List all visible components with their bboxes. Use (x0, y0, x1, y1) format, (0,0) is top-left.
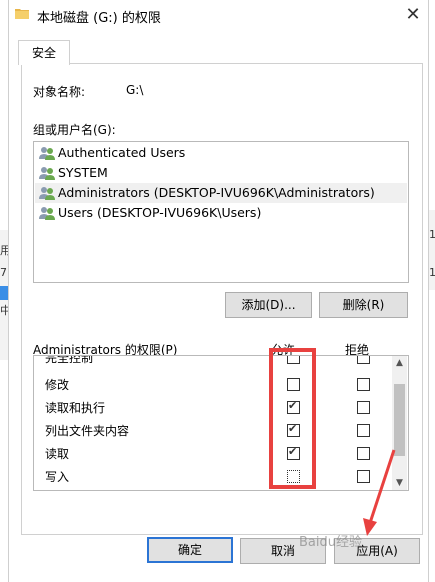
user-name: Authenticated Users (58, 145, 186, 160)
user-list[interactable]: Authenticated Users SYSTEM Administrator… (33, 141, 409, 283)
user-name: SYSTEM (58, 165, 108, 180)
permission-row: 完全控制 (34, 355, 394, 369)
list-item[interactable]: SYSTEM (35, 163, 407, 183)
close-button[interactable]: ✕ (398, 0, 428, 30)
permission-name: 列出文件夹内容 (45, 424, 130, 438)
close-icon: ✕ (405, 4, 421, 25)
background-text: 1 (429, 228, 435, 241)
tab-security[interactable]: 安全 (18, 40, 70, 65)
scroll-up-icon[interactable]: ▲ (392, 356, 407, 370)
scroll-thumb[interactable] (394, 384, 405, 456)
watermark: Baidu经验 (299, 535, 362, 550)
background-text: 7 (0, 266, 7, 279)
user-name: Users (DESKTOP-IVU696K\Users) (58, 205, 262, 220)
deny-checkbox[interactable] (357, 356, 370, 364)
annotation-arrow-icon (363, 449, 396, 536)
permission-row: 读取和执行 ✔ (34, 396, 394, 419)
permission-row: 读取 ✔ (34, 442, 394, 465)
user-name: Administrators (DESKTOP-IVU696K\Administ… (58, 185, 375, 200)
tab-label: 安全 (31, 46, 56, 60)
permission-row: 修改 (34, 373, 394, 396)
list-item[interactable]: Users (DESKTOP-IVU696K\Users) (35, 203, 407, 223)
permission-name: 读取 (45, 447, 70, 461)
title-bar: 本地磁盘 (G:) 的权限 ✕ (9, 0, 428, 30)
permission-name: 读取和执行 (45, 401, 106, 415)
permission-name: 写入 (45, 470, 70, 484)
folder-icon (15, 9, 29, 19)
permission-row: 列出文件夹内容 ✔ (34, 419, 394, 442)
permission-name: 修改 (45, 378, 70, 392)
group-list-label: 组或用户名(G): (33, 123, 116, 137)
permission-row: 写入 (34, 465, 394, 488)
list-item[interactable]: Authenticated Users (35, 143, 407, 163)
deny-checkbox[interactable] (357, 378, 370, 391)
ok-button[interactable]: 确定 (147, 537, 233, 563)
object-name-value: G:\ (126, 83, 144, 97)
background-text: 1 (429, 266, 435, 279)
users-icon (39, 187, 55, 200)
users-icon (39, 167, 55, 180)
permissions-dialog: 本地磁盘 (G:) 的权限 ✕ 安全 对象名称: G:\ 组或用户名(G): A… (8, 0, 429, 582)
permission-name: 完全控制 (45, 355, 94, 365)
users-icon (39, 207, 55, 220)
deny-checkbox[interactable] (357, 401, 370, 414)
window-title: 本地磁盘 (G:) 的权限 (37, 11, 161, 26)
remove-button[interactable]: 删除(R) (319, 292, 408, 318)
add-button[interactable]: 添加(D)... (225, 292, 312, 318)
background-selection (0, 286, 8, 300)
list-item-selected[interactable]: Administrators (DESKTOP-IVU696K\Administ… (35, 183, 407, 203)
highlight-box (269, 348, 316, 489)
deny-checkbox[interactable] (357, 424, 370, 437)
permissions-list: 完全控制 修改 读取和执行 ✔ 列出文件夹内容 ✔ 读取 ✔ 写入 ▲ ▼ (33, 355, 409, 491)
users-icon (39, 147, 55, 160)
object-name-label: 对象名称: (33, 85, 86, 99)
